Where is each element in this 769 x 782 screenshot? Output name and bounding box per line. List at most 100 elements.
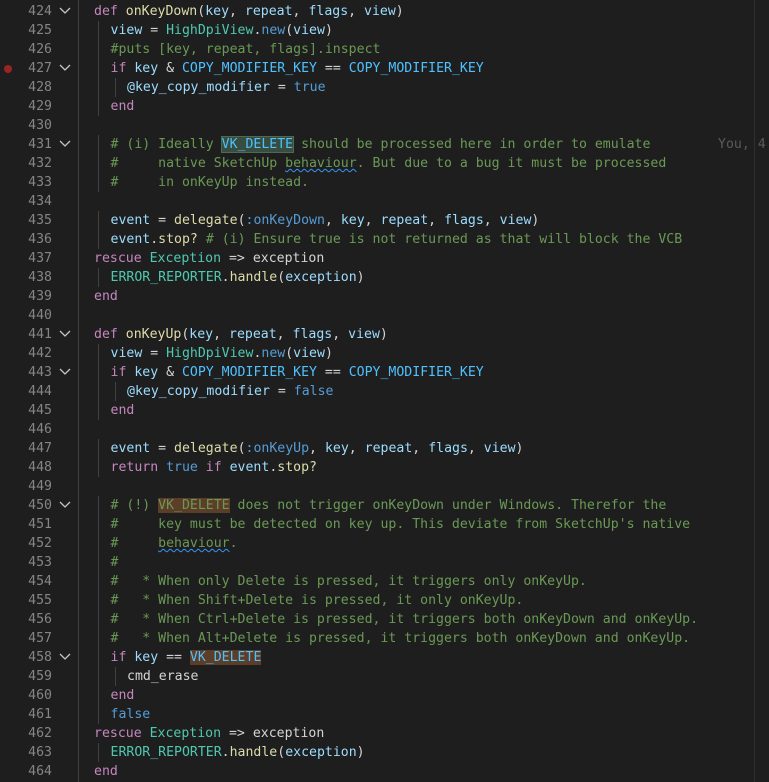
code-line[interactable]: 444 @key_copy_modifier = false [0, 382, 769, 401]
code-line[interactable]: 464 end [0, 762, 769, 781]
code-line[interactable]: 442 view = HighDpiView.new(view) [0, 344, 769, 363]
indent-guide [114, 78, 116, 97]
code-line[interactable]: 427 if key & COPY_MODIFIER_KEY == COPY_MO… [0, 59, 769, 78]
code-token: repeat [244, 4, 293, 19]
code-text[interactable]: view = HighDpiView.new(view) [111, 21, 333, 40]
code-text[interactable]: rescue Exception => exception [94, 724, 324, 743]
code-line[interactable]: 452 # behaviour. [0, 534, 769, 553]
code-text[interactable]: @key_copy_modifier = false [127, 382, 333, 401]
code-line[interactable]: 460 end [0, 686, 769, 705]
code-text[interactable]: # behaviour. [111, 534, 238, 553]
code-text[interactable]: end [111, 97, 135, 116]
code-line[interactable]: 455 # * When Shift+Delete is pressed, it … [0, 591, 769, 610]
code-editor[interactable]: 424 def onKeyDown(key, repeat, flags, vie… [0, 0, 769, 782]
code-text[interactable]: return true if event.stop? [111, 458, 317, 477]
code-text[interactable]: def onKeyUp(key, repeat, flags, view) [94, 325, 388, 344]
code-text[interactable]: rescue Exception => exception [94, 249, 324, 268]
code-line[interactable]: 432 # native SketchUp behaviour. But due … [0, 154, 769, 173]
code-text[interactable]: if key == VK_DELETE [111, 648, 262, 667]
vertical-scrollbar-edge[interactable] [754, 0, 755, 782]
code-line[interactable]: 436 event.stop? # (i) Ensure true is not … [0, 230, 769, 249]
code-text[interactable]: def onKeyDown(key, repeat, flags, view) [94, 2, 404, 21]
code-line[interactable]: 458 if key == VK_DELETE [0, 648, 769, 667]
code-text[interactable]: end [111, 401, 135, 420]
code-text[interactable]: # [111, 553, 119, 572]
code-text[interactable]: event.stop? # (i) Ensure true is not ret… [111, 230, 683, 249]
code-line[interactable]: 438 ERROR_REPORTER.handle(exception) [0, 268, 769, 287]
code-text[interactable]: end [111, 686, 135, 705]
code-text[interactable]: end [94, 287, 118, 306]
code-line[interactable]: 424 def onKeyDown(key, repeat, flags, vie… [0, 2, 769, 21]
code-line[interactable]: 449 [0, 477, 769, 496]
code-line[interactable]: 428 @key_copy_modifier = true [0, 78, 769, 97]
breakpoint-icon[interactable] [4, 65, 12, 73]
code-line[interactable]: 457 # * When Alt+Delete is pressed, it tr… [0, 629, 769, 648]
indent-guide [114, 667, 116, 686]
fold-chevron-down-icon[interactable] [59, 652, 71, 662]
code-text[interactable]: if key & COPY_MODIFIER_KEY == COPY_MODIF… [111, 59, 484, 78]
code-token: & [158, 365, 182, 380]
code-text[interactable]: ERROR_REPORTER.handle(exception) [111, 268, 365, 287]
code-token: true [293, 80, 326, 95]
code-line[interactable]: 459 cmd_erase [0, 667, 769, 686]
line-number: 425 [28, 23, 52, 38]
code-text[interactable]: view = HighDpiView.new(view) [111, 344, 333, 363]
code-token: , [332, 327, 349, 342]
code-text[interactable]: event = delegate(:onKeyDown, key, repeat… [111, 211, 540, 230]
code-token: . [229, 536, 238, 551]
code-token: VK_DELETE [220, 136, 295, 153]
code-line[interactable]: 448 return true if event.stop? [0, 458, 769, 477]
code-text[interactable]: @key_copy_modifier = true [127, 78, 326, 97]
code-line[interactable]: 445 end [0, 401, 769, 420]
code-line[interactable]: 462 rescue Exception => exception [0, 724, 769, 743]
fold-chevron-down-icon[interactable] [59, 500, 71, 510]
code-text[interactable]: # (i) Ideally VK_DELETE should be proces… [111, 135, 650, 154]
code-line[interactable]: 434 [0, 192, 769, 211]
code-line[interactable]: 430 [0, 116, 769, 135]
code-text[interactable]: # key must be detected on key up. This d… [111, 515, 691, 534]
code-text[interactable]: cmd_erase [127, 667, 198, 686]
code-text[interactable]: # in onKeyUp instead. [111, 173, 310, 192]
indent-guide [98, 743, 99, 762]
code-line[interactable]: 450 # (!) VK_DELETE does not trigger onKe… [0, 496, 769, 515]
code-line[interactable]: 456 # * When Ctrl+Delete is pressed, it t… [0, 610, 769, 629]
fold-chevron-down-icon[interactable] [59, 6, 71, 16]
code-text[interactable]: event = delegate(:onKeyUp, key, repeat, … [111, 439, 524, 458]
code-line[interactable]: 439 end [0, 287, 769, 306]
code-line[interactable]: 446 [0, 420, 769, 439]
code-text[interactable]: # native SketchUp behaviour. But due to … [111, 154, 667, 173]
code-token: exception [285, 270, 357, 285]
fold-chevron-down-icon[interactable] [59, 63, 71, 73]
code-text[interactable]: false [111, 705, 151, 724]
fold-chevron-down-icon[interactable] [59, 139, 71, 149]
code-line[interactable]: 429 end [0, 97, 769, 116]
code-text[interactable]: #puts [key, repeat, flags].inspect [111, 40, 381, 59]
fold-chevron-down-icon[interactable] [59, 329, 71, 339]
code-line[interactable]: 435 event = delegate(:onKeyDown, key, rep… [0, 211, 769, 230]
code-text[interactable]: # * When only Delete is pressed, it trig… [111, 572, 587, 591]
code-line[interactable]: 463 ERROR_REPORTER.handle(exception) [0, 743, 769, 762]
code-text[interactable]: end [94, 762, 118, 781]
code-line[interactable]: 443 if key & COPY_MODIFIER_KEY == COPY_MO… [0, 363, 769, 382]
code-line[interactable]: 451 # key must be detected on key up. Thi… [0, 515, 769, 534]
code-text[interactable]: # * When Alt+Delete is pressed, it trigg… [111, 629, 691, 648]
code-line[interactable]: 447 event = delegate(:onKeyUp, key, repea… [0, 439, 769, 458]
code-text[interactable]: # * When Shift+Delete is pressed, it onl… [111, 591, 524, 610]
code-token: new [261, 23, 286, 38]
indent-guide [98, 344, 99, 363]
code-line[interactable]: 454 # * When only Delete is pressed, it t… [0, 572, 769, 591]
code-line[interactable]: 426 #puts [key, repeat, flags].inspect [0, 40, 769, 59]
code-text[interactable]: # * When Ctrl+Delete is pressed, it trig… [111, 610, 699, 629]
code-line[interactable]: 441 def onKeyUp(key, repeat, flags, view) [0, 325, 769, 344]
code-line[interactable]: 431 # (i) Ideally VK_DELETE should be pro… [0, 135, 769, 154]
code-text[interactable]: ERROR_REPORTER.handle(exception) [111, 743, 365, 762]
code-line[interactable]: 453 # [0, 553, 769, 572]
code-text[interactable]: # (!) VK_DELETE does not trigger onKeyDo… [111, 496, 666, 515]
code-line[interactable]: 433 # in onKeyUp instead. [0, 173, 769, 192]
code-text[interactable]: if key & COPY_MODIFIER_KEY == COPY_MODIF… [111, 363, 484, 382]
code-line[interactable]: 437 rescue Exception => exception [0, 249, 769, 268]
fold-chevron-down-icon[interactable] [59, 367, 71, 377]
code-line[interactable]: 461 false [0, 705, 769, 724]
code-line[interactable]: 425 view = HighDpiView.new(view) [0, 21, 769, 40]
code-line[interactable]: 440 [0, 306, 769, 325]
